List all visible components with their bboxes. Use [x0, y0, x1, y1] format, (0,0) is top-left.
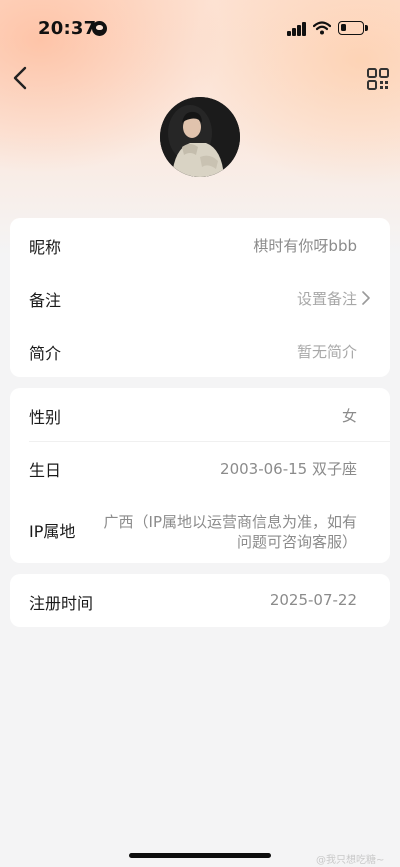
- battery-tip: [365, 25, 368, 31]
- remark-value: 设置备注: [296, 290, 357, 308]
- bio-label: 简介: [29, 344, 62, 363]
- bio-value: 暂无简介: [296, 343, 357, 361]
- ip-location-line-2: 问题可咨询客服）: [236, 533, 357, 551]
- row-remark[interactable]: 备注 设置备注: [10, 271, 390, 324]
- row-nickname[interactable]: 昵称 棋时有你呀bbb: [10, 218, 390, 271]
- registration-time-value: 2025-07-22: [269, 591, 357, 609]
- wifi-icon: [313, 21, 331, 35]
- birthday-label: 生日: [29, 461, 62, 480]
- avatar[interactable]: [160, 97, 240, 177]
- ip-location-value: 广西（IP属地以运营商信息为准，如有 问题可咨询客服）: [104, 512, 357, 552]
- ip-location-label: IP属地: [29, 522, 76, 541]
- row-registration-time: 注册时间 2025-07-22: [10, 574, 390, 627]
- remark-label: 备注: [29, 291, 62, 310]
- nickname-value: 棋时有你呀bbb: [253, 237, 357, 255]
- battery-level: [341, 24, 346, 31]
- battery-icon: [338, 21, 364, 35]
- row-birthday[interactable]: 生日 2003-06-15 双子座: [10, 442, 390, 494]
- status-bar: 20:37: [0, 0, 400, 58]
- cellular-signal-icon: [287, 22, 307, 36]
- watermark: @我只想吃糖~: [316, 855, 385, 866]
- birthday-value: 2003-06-15 双子座: [220, 460, 357, 478]
- ip-location-line-1: 广西（IP属地以运营商信息为准，如有: [103, 513, 357, 531]
- info-card-basic: 昵称 棋时有你呀bbb 备注 设置备注 简介 暂无简介: [10, 218, 390, 377]
- avatar-image: [160, 97, 240, 177]
- location-globe-icon: [92, 21, 107, 36]
- gender-label: 性别: [29, 408, 62, 427]
- qr-code-icon: [367, 68, 389, 90]
- row-bio[interactable]: 简介 暂无简介: [10, 324, 390, 377]
- row-ip-location: IP属地 广西（IP属地以运营商信息为准，如有 问题可咨询客服）: [10, 494, 390, 563]
- info-card-registration: 注册时间 2025-07-22: [10, 574, 390, 627]
- registration-time-label: 注册时间: [29, 594, 94, 613]
- nickname-label: 昵称: [29, 238, 62, 257]
- row-gender[interactable]: 性别 女: [10, 388, 390, 441]
- info-card-personal: 性别 女 生日 2003-06-15 双子座 IP属地 广西（IP属地以运营商信…: [10, 388, 390, 563]
- chevron-right-icon: [362, 291, 370, 305]
- home-indicator[interactable]: [129, 853, 271, 858]
- status-time: 20:37: [38, 18, 97, 39]
- back-button[interactable]: [8, 63, 38, 93]
- gender-value: 女: [341, 407, 357, 425]
- qr-code-button[interactable]: [364, 65, 392, 93]
- chevron-left-icon: [13, 66, 27, 90]
